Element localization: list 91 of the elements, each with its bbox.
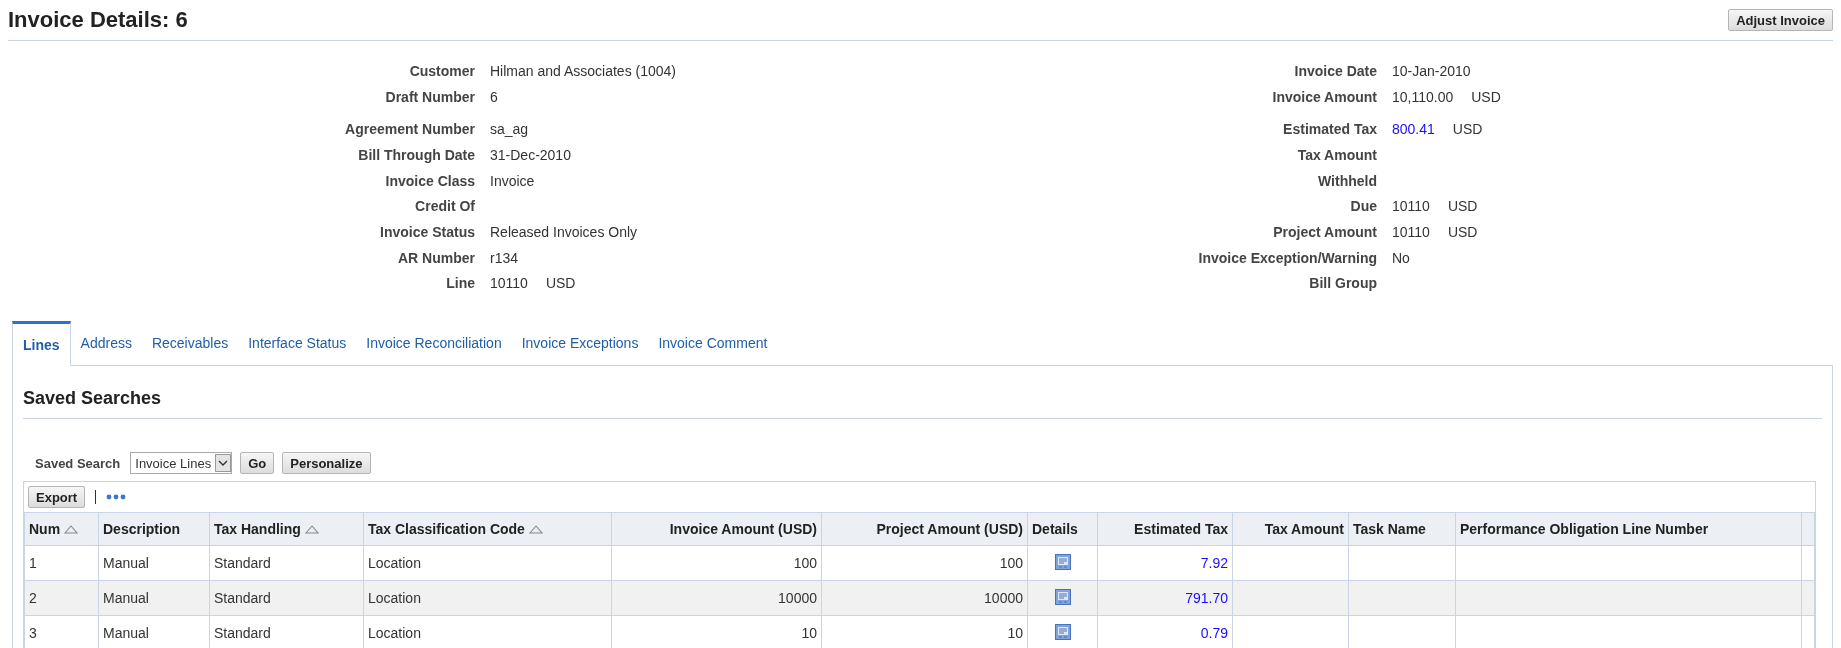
tab[interactable]: Invoice Reconciliation xyxy=(356,321,512,366)
field-value: 31-Dec-2010 xyxy=(490,146,571,163)
field-value: Released Invoices Only xyxy=(490,223,638,240)
column-header[interactable]: Num xyxy=(24,512,99,546)
personalize-button[interactable]: Personalize xyxy=(282,452,371,474)
field-label: Customer xyxy=(408,62,476,79)
field-value: 10110 xyxy=(1392,198,1430,215)
sort-icon[interactable] xyxy=(64,524,79,534)
table-cell: 10 xyxy=(1007,625,1023,641)
table-cell: 10000 xyxy=(984,590,1023,606)
table-cell: Manual xyxy=(103,555,149,571)
details-icon[interactable] xyxy=(1054,553,1071,570)
field-label: Credit Of xyxy=(414,198,476,215)
table-cell: Location xyxy=(368,590,421,606)
field-value: Hilman and Associates (1004) xyxy=(490,62,676,79)
more-icon[interactable] xyxy=(106,494,127,500)
field-value: 10110 xyxy=(490,275,528,292)
column-header[interactable]: Description xyxy=(98,512,210,546)
estimated-tax-link[interactable]: 7.92 xyxy=(1200,555,1228,571)
table-cell: Standard xyxy=(214,555,271,571)
column-header[interactable]: Project Amount (USD) xyxy=(821,512,1028,546)
saved-search-label: Saved Search xyxy=(35,455,121,471)
estimated-tax-link[interactable]: 0.79 xyxy=(1200,625,1228,641)
currency-label: USD xyxy=(545,275,576,292)
table-cell: Location xyxy=(368,555,421,571)
field-label: Invoice Status xyxy=(379,223,476,240)
column-header[interactable]: Task Name xyxy=(1348,512,1456,546)
details-icon[interactable] xyxy=(1054,588,1071,605)
column-header[interactable]: Tax Amount xyxy=(1232,512,1349,546)
currency-label: USD xyxy=(1447,198,1478,215)
table-cell: 10 xyxy=(801,625,817,641)
field-label: Bill Through Date xyxy=(357,146,476,163)
sort-icon[interactable] xyxy=(304,524,319,534)
field-value: 10-Jan-2010 xyxy=(1392,62,1471,79)
field-label: Bill Group xyxy=(1308,275,1378,292)
details-icon[interactable] xyxy=(1054,623,1071,640)
column-header[interactable]: Tax Handling xyxy=(209,512,364,546)
section-title: Saved Searches xyxy=(23,366,1822,419)
table-cell: Manual xyxy=(103,590,149,606)
column-header[interactable]: Tax Classification Code xyxy=(363,512,612,546)
go-button[interactable]: Go xyxy=(240,452,275,474)
column-header[interactable]: Invoice Amount (USD) xyxy=(611,512,822,546)
field-label: Project Amount xyxy=(1272,223,1378,240)
export-button[interactable]: Export xyxy=(28,486,86,508)
field-label: Invoice Amount xyxy=(1271,88,1378,105)
tab[interactable]: Receivables xyxy=(141,321,239,366)
table-cell: 100 xyxy=(999,555,1023,571)
field-label: Estimated Tax xyxy=(1282,121,1378,138)
currency-label: USD xyxy=(1471,88,1501,105)
field-label: Tax Amount xyxy=(1296,146,1378,163)
currency-label: USD xyxy=(1447,223,1478,240)
field-value: Invoice xyxy=(490,172,535,189)
field-value-link[interactable]: 800.41 xyxy=(1392,121,1435,138)
field-label: AR Number xyxy=(397,249,476,266)
page-title: Invoice Details: 6 xyxy=(8,7,188,33)
table-cell: 3 xyxy=(29,625,37,641)
field-value: 10,110.00 xyxy=(1392,88,1454,105)
field-value: No xyxy=(1392,249,1410,266)
currency-label: USD xyxy=(1452,121,1483,138)
table-cell: Standard xyxy=(214,625,271,641)
field-value: r134 xyxy=(490,249,519,266)
table-cell: Standard xyxy=(214,590,271,606)
field-value: sa_ag xyxy=(490,121,529,138)
column-header[interactable]: Performance Obligation Line Number xyxy=(1455,512,1802,546)
tab[interactable]: Invoice Exceptions xyxy=(511,321,649,366)
table-cell: 10000 xyxy=(778,590,817,606)
field-value: 6 xyxy=(490,88,498,105)
tab[interactable]: Address xyxy=(70,321,142,366)
field-label: Draft Number xyxy=(384,88,476,105)
table-cell: 100 xyxy=(793,555,817,571)
adjust-invoice-button[interactable]: Adjust Invoice xyxy=(1728,9,1833,31)
field-label: Agreement Number xyxy=(344,121,476,138)
estimated-tax-link[interactable]: 791.70 xyxy=(1185,590,1228,606)
field-label: Due xyxy=(1349,198,1378,215)
table-cell: 1 xyxy=(29,555,37,571)
field-value: 10110 xyxy=(1392,223,1430,240)
tab[interactable]: Lines xyxy=(12,321,71,366)
table-cell: Location xyxy=(368,625,421,641)
tab[interactable]: Invoice Comment xyxy=(648,321,778,366)
tab[interactable]: Interface Status xyxy=(238,321,357,366)
sort-icon[interactable] xyxy=(528,524,543,534)
field-label: Invoice Date xyxy=(1293,62,1378,79)
field-label: Invoice Class xyxy=(384,172,476,189)
column-header[interactable]: Details xyxy=(1027,512,1098,546)
column-header[interactable]: Estimated Tax xyxy=(1097,512,1233,546)
field-label: Line xyxy=(445,275,476,292)
field-label: Invoice Exception/Warning xyxy=(1197,249,1378,266)
field-label: Withheld xyxy=(1317,172,1378,189)
table-cell: Manual xyxy=(103,625,149,641)
saved-search-dropdown[interactable]: Invoice Lines xyxy=(130,452,233,474)
table-cell: 2 xyxy=(29,590,37,606)
